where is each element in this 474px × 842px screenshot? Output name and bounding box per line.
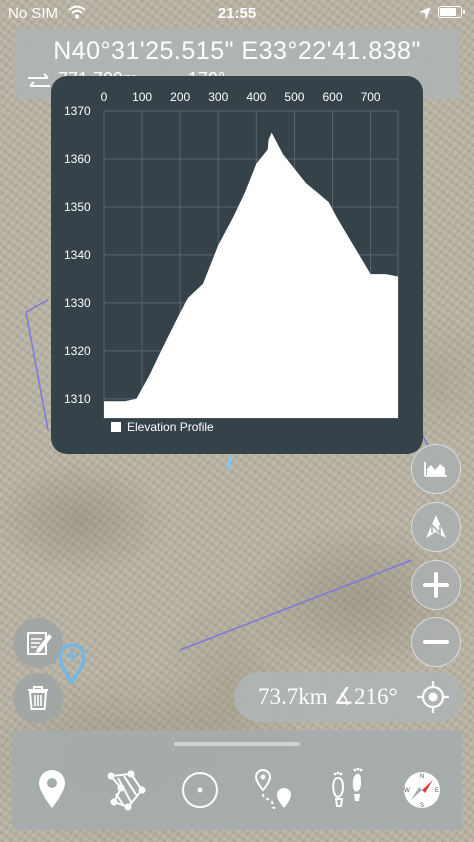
- elevation-profile-popup[interactable]: 0 100 200 300 400 500 600 700 1370 1360 1350 1340 1…: [51, 76, 423, 454]
- x-tick-label: 200: [170, 90, 191, 104]
- map-pin-marker-icon[interactable]: [56, 642, 88, 684]
- tool-location-pin[interactable]: [28, 766, 76, 814]
- y-tick-label: 1330: [64, 295, 91, 310]
- route-pins-icon: [254, 769, 291, 809]
- x-tick-label: 300: [208, 90, 229, 104]
- tool-route[interactable]: [250, 766, 298, 814]
- north-up-button[interactable]: [411, 502, 461, 552]
- swap-arrows-icon[interactable]: [26, 73, 52, 91]
- crosshair-target-icon[interactable]: [416, 680, 450, 714]
- distance-bearing-text: 73.7km ∡216°: [258, 684, 398, 709]
- y-tick-label: 1340: [64, 247, 91, 262]
- tool-compass[interactable]: N S W E: [398, 766, 446, 814]
- coordinate-text: N40°31'25.515" E33°22'41.838": [53, 37, 421, 65]
- svg-text:S: S: [420, 803, 424, 809]
- x-tick-label: 100: [132, 90, 153, 104]
- legend-label: Elevation Profile: [127, 420, 214, 434]
- y-tick-label: 1360: [64, 151, 91, 166]
- compass-north-icon: [426, 515, 446, 538]
- y-tick-label: 1370: [64, 104, 91, 118]
- distance-bearing-pill[interactable]: 73.7km ∡216°: [234, 672, 462, 722]
- track-line-south: [179, 559, 413, 651]
- zoom-out-icon: [423, 640, 449, 644]
- legend-swatch: [111, 422, 121, 432]
- tool-polygon-area[interactable]: [102, 766, 150, 814]
- svg-text:W: W: [404, 788, 410, 794]
- track-line-west: [25, 299, 49, 431]
- x-tick-label: 600: [322, 90, 343, 104]
- tool-circle[interactable]: [176, 766, 224, 814]
- y-tick-label: 1350: [64, 199, 91, 214]
- x-tick-label: 700: [360, 90, 381, 104]
- compass-icon: N S W E: [404, 772, 440, 809]
- y-tick-label: 1320: [64, 343, 91, 358]
- x-tick-label: 500: [284, 90, 305, 104]
- track-segment-blue: [226, 454, 233, 471]
- elevation-profile-button[interactable]: [411, 444, 461, 494]
- elevation-area: [104, 132, 398, 418]
- y-tick-label: 1310: [64, 391, 91, 406]
- zoom-in-icon: [423, 572, 449, 598]
- x-tick-label: 400: [246, 90, 267, 104]
- location-arrow-icon: [419, 7, 431, 19]
- svg-text:N: N: [420, 774, 424, 780]
- bottom-toolbar: N S W E: [12, 730, 462, 830]
- status-bar: No SIM 21:55: [0, 0, 474, 26]
- svg-text:E: E: [435, 788, 439, 794]
- zoom-in-button[interactable]: [411, 560, 461, 610]
- drag-handle[interactable]: [174, 742, 300, 746]
- elevation-chart: [103, 110, 399, 419]
- zoom-out-button[interactable]: [411, 617, 461, 667]
- battery-icon: [438, 6, 465, 18]
- elevation-chart-icon: [424, 462, 447, 477]
- polygon-area-icon: [107, 770, 146, 811]
- battery-fill: [440, 8, 457, 16]
- location-pin-icon: [39, 770, 65, 808]
- footprints-icon: [332, 767, 363, 807]
- tool-footprints[interactable]: [324, 766, 372, 814]
- circle-point-icon: [182, 772, 218, 808]
- x-tick-label: 0: [100, 90, 108, 104]
- status-time: 21:55: [217, 5, 257, 22]
